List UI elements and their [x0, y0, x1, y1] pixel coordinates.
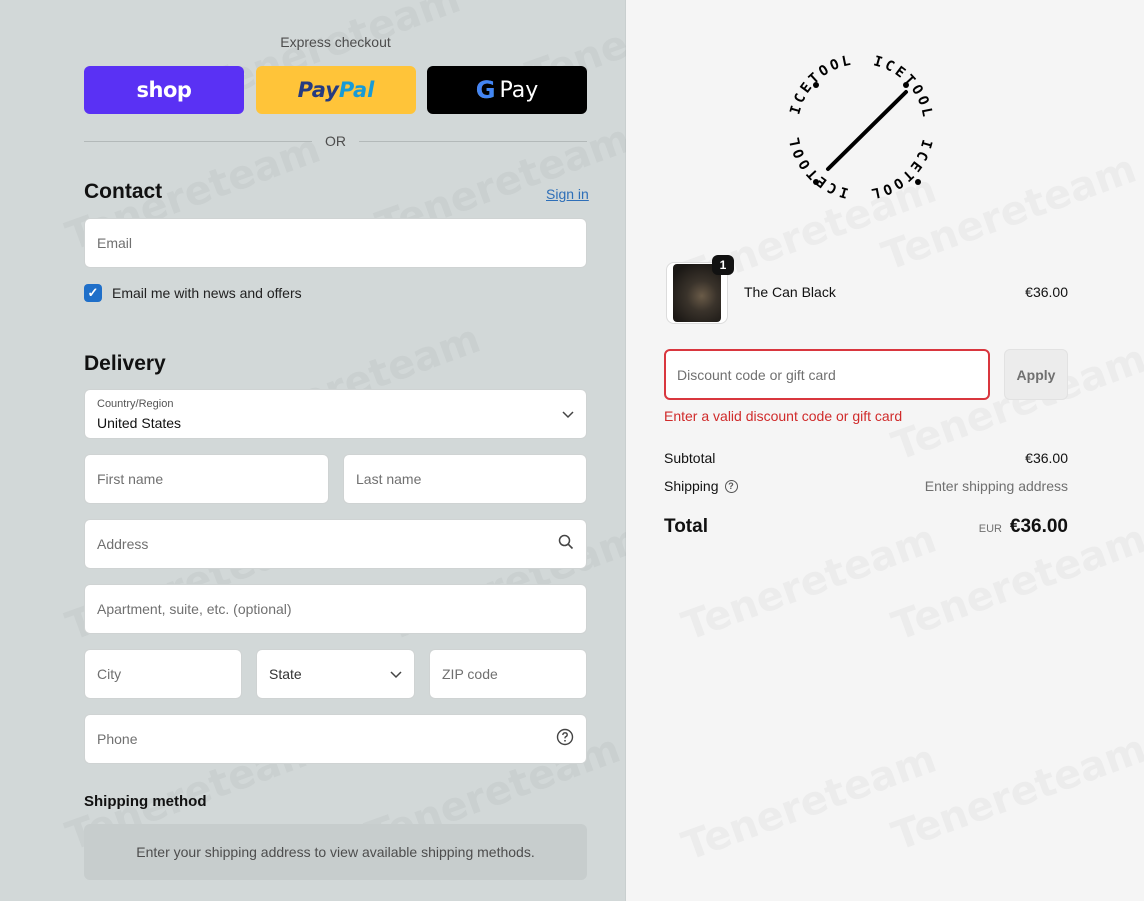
- shipping-label: Shipping ?: [664, 478, 738, 494]
- watermark: Tenereteam: [886, 726, 1144, 860]
- google-pay-button[interactable]: G Pay: [427, 66, 587, 114]
- quantity-badge: 1: [712, 255, 734, 275]
- address-placeholder: Address: [97, 536, 149, 552]
- country-value: United States: [97, 415, 182, 431]
- delivery-title: Delivery: [84, 352, 166, 375]
- icetool-logo: ICETOOL ICETOOL ICETOOL ICETOOL: [776, 42, 946, 212]
- apartment-placeholder: Apartment, suite, etc. (optional): [97, 601, 292, 617]
- google-pay-label: Pay: [499, 77, 539, 103]
- city-field[interactable]: City: [84, 649, 242, 699]
- search-icon[interactable]: [558, 534, 574, 554]
- chevron-down-icon: [390, 666, 402, 683]
- chevron-down-icon: [562, 406, 574, 423]
- shipping-help-icon[interactable]: ?: [724, 479, 738, 493]
- discount-error-message: Enter a valid discount code or gift card: [664, 408, 903, 424]
- discount-placeholder: Discount code or gift card: [677, 366, 836, 383]
- express-checkout-label: Express checkout: [280, 34, 391, 50]
- help-icon[interactable]: [556, 728, 574, 750]
- country-select[interactable]: Country/Region United States: [84, 389, 587, 439]
- svg-text:ICETOOL: ICETOOL: [787, 52, 855, 116]
- paypal-logo: PayPal: [297, 78, 375, 102]
- subtotal-value: €36.00: [1025, 450, 1068, 466]
- watermark: Tenereteam: [676, 736, 942, 870]
- shop-pay-logo: shop: [136, 78, 192, 102]
- shop-pay-button[interactable]: shop: [84, 66, 244, 114]
- first-name-field[interactable]: First name: [84, 454, 329, 504]
- shipping-method-title: Shipping method: [84, 793, 207, 810]
- city-placeholder: City: [97, 666, 122, 682]
- sign-in-link[interactable]: Sign in: [546, 186, 589, 202]
- phone-field[interactable]: Phone: [84, 714, 587, 764]
- discount-code-input[interactable]: Discount code or gift card: [664, 349, 990, 400]
- checkout-form-panel: Tenereteam Tenereteam Tenereteam Teneret…: [0, 0, 626, 901]
- state-placeholder: State: [269, 666, 302, 682]
- shipping-value: Enter shipping address: [924, 478, 1068, 494]
- subtotal-label: Subtotal: [664, 450, 716, 466]
- phone-placeholder: Phone: [97, 731, 138, 747]
- total-value: €36.00: [1009, 516, 1068, 537]
- zip-code-field[interactable]: ZIP code: [429, 649, 587, 699]
- contact-title: Contact: [84, 180, 163, 203]
- total-currency: EUR: [978, 523, 1002, 535]
- watermark: Tenereteam: [676, 516, 942, 650]
- email-placeholder: Email: [97, 235, 133, 251]
- state-select[interactable]: State: [256, 649, 415, 699]
- product-name: The Can Black: [744, 284, 836, 300]
- or-divider: OR: [84, 132, 587, 152]
- first-name-placeholder: First name: [97, 471, 164, 487]
- shipping-method-notice: Enter your shipping address to view avai…: [84, 824, 587, 880]
- country-label: Country/Region: [97, 398, 174, 410]
- paypal-button[interactable]: PayPal: [256, 66, 416, 114]
- svg-text:ICETOOL: ICETOOL: [786, 133, 850, 201]
- google-g-icon: G: [475, 76, 496, 104]
- last-name-field[interactable]: Last name: [343, 454, 587, 504]
- apply-discount-button[interactable]: Apply: [1004, 349, 1068, 400]
- product-price: €36.00: [1025, 284, 1068, 300]
- newsletter-option[interactable]: ✓ Email me with news and offers: [84, 284, 302, 302]
- address-field[interactable]: Address: [84, 519, 587, 569]
- email-field[interactable]: Email: [84, 218, 587, 268]
- zip-code-placeholder: ZIP code: [442, 666, 498, 682]
- last-name-placeholder: Last name: [356, 471, 422, 487]
- apartment-field[interactable]: Apartment, suite, etc. (optional): [84, 584, 587, 634]
- svg-text:ICETOOL: ICETOOL: [872, 53, 936, 121]
- newsletter-checkbox[interactable]: ✓: [84, 284, 102, 302]
- newsletter-label: Email me with news and offers: [112, 285, 302, 301]
- shipping-method-message: Enter your shipping address to view avai…: [136, 844, 535, 860]
- or-label: OR: [325, 133, 346, 149]
- svg-text:ICETOOL: ICETOOL: [867, 138, 935, 202]
- total-label: Total: [664, 516, 708, 537]
